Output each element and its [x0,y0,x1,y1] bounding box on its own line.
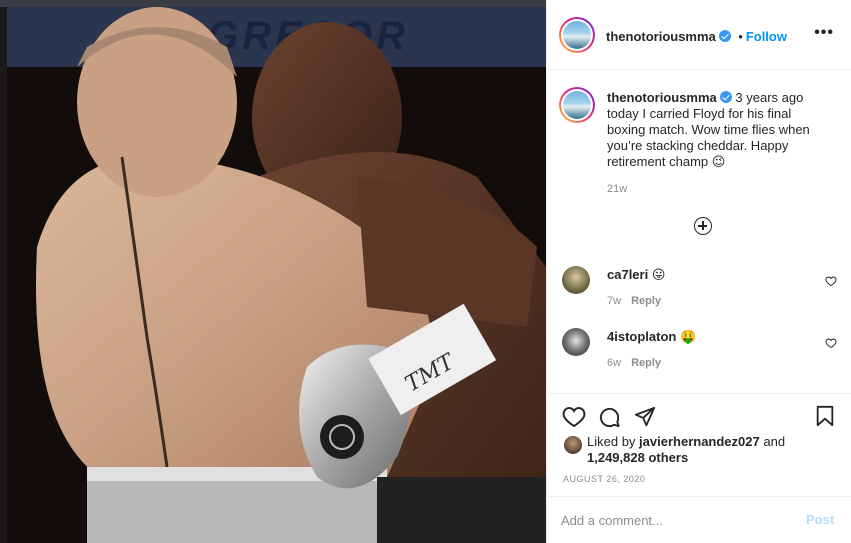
verified-badge-icon [718,30,731,42]
caption-age: 21w [607,183,628,195]
post-comment-button[interactable]: Post [806,512,834,527]
comment-age: 7w [607,295,622,307]
comment-username[interactable]: 4istoplaton 🤑 [607,329,696,345]
author-avatar[interactable] [559,17,595,53]
like-comment-icon[interactable] [825,275,837,287]
like-comment-icon[interactable] [825,337,837,349]
comment-username[interactable]: ca7leri 😛 [607,267,665,283]
verified-badge-icon [719,91,732,103]
comment-age: 6w [607,357,622,369]
reply-button[interactable]: Reply [631,295,661,307]
post-photo[interactable]: MCGREGOR TMT [7,7,546,543]
comment-avatar[interactable] [562,266,590,294]
comment-text: 🤑 [679,329,697,344]
comment-meta: 7w Reply [607,295,661,307]
comment-bubble-icon[interactable] [598,406,621,429]
load-more-comments-icon[interactable] [694,217,712,235]
author-username[interactable]: thenotoriousmma [606,29,716,44]
liker-username[interactable]: javierhernandez027 [639,434,760,449]
comment-meta: 6w Reply [607,357,661,369]
caption-author-avatar[interactable] [559,87,595,123]
reply-button[interactable]: Reply [631,357,661,369]
share-send-icon[interactable] [634,406,656,428]
liker-avatar[interactable] [564,436,582,454]
follow-button[interactable]: Follow [746,29,787,44]
likes-prefix: Liked by [587,434,636,449]
photo-top-strip [0,0,546,7]
caption-username[interactable]: thenotoriousmma [607,90,717,105]
likes-and: and [763,434,786,449]
likes-others-link[interactable]: 1,249,828 others [587,450,688,465]
post-date: AUGUST 26, 2020 [563,474,646,484]
comment-avatar[interactable] [562,328,590,356]
like-heart-icon[interactable] [562,406,586,428]
caption-block: thenotoriousmma 3 years ago today I carr… [607,90,822,170]
comment-text: 😛 [651,267,666,282]
comment-composer: Post [547,496,851,543]
caption-text: today I carried Floyd for his final boxi… [607,106,810,169]
fight-photo-illustration: MCGREGOR TMT [7,7,546,543]
post-side-panel: thenotoriousmma • Follow ••• thenotorious… [546,0,851,543]
save-bookmark-icon[interactable] [815,405,835,427]
post-header: thenotoriousmma • Follow ••• [547,0,851,70]
caption-posted-ago: 3 years ago [735,90,804,105]
add-comment-input[interactable] [561,510,786,530]
likes-summary: Liked by javierhernandez027 and 1,249,82… [587,434,785,466]
more-options-icon[interactable]: ••• [814,24,834,42]
separator-dot: • [738,29,743,44]
